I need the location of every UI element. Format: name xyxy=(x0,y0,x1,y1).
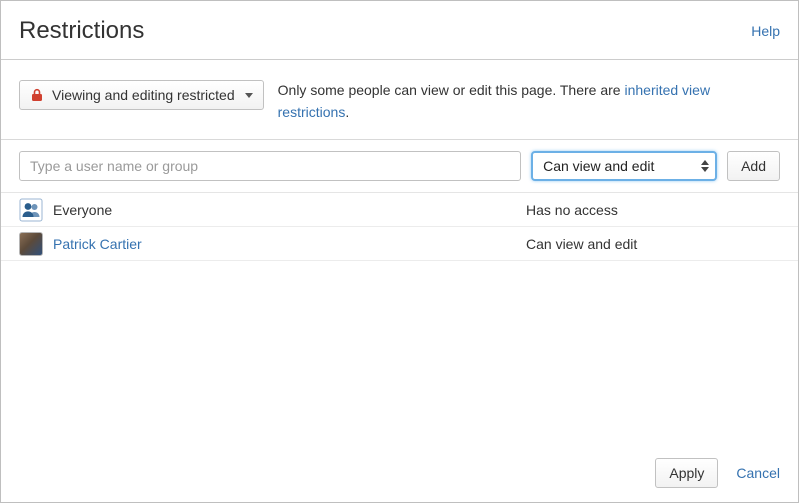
select-updown-icon xyxy=(693,160,709,172)
access-level: Has no access xyxy=(526,202,780,218)
restriction-list: Everyone Has no access Patrick Cartier C… xyxy=(1,192,798,261)
dialog-header: Restrictions Help xyxy=(1,1,798,60)
cancel-link[interactable]: Cancel xyxy=(736,465,780,481)
restriction-dropdown-button[interactable]: Viewing and editing restricted xyxy=(19,80,264,110)
restriction-dropdown-label: Viewing and editing restricted xyxy=(52,87,235,103)
table-row: Patrick Cartier Can view and edit xyxy=(1,227,798,261)
add-restriction-row: Can view and edit Add xyxy=(1,139,798,192)
entity-name: Everyone xyxy=(53,202,112,218)
restrictions-dialog: Restrictions Help Viewing and editing re… xyxy=(0,0,799,503)
red-lock-icon xyxy=(30,88,44,102)
entity-cell: Patrick Cartier xyxy=(19,232,526,256)
entity-cell: Everyone xyxy=(19,198,526,222)
user-or-group-input[interactable] xyxy=(19,151,521,181)
page-title: Restrictions xyxy=(19,17,144,45)
user-avatar xyxy=(19,232,43,256)
restriction-description: Only some people can view or edit this p… xyxy=(278,80,748,123)
access-level: Can view and edit xyxy=(526,236,780,252)
permission-select[interactable]: Can view and edit xyxy=(531,151,717,181)
apply-button[interactable]: Apply xyxy=(655,458,718,488)
add-button[interactable]: Add xyxy=(727,151,780,181)
user-profile-link[interactable]: Patrick Cartier xyxy=(53,236,142,252)
permission-select-value: Can view and edit xyxy=(543,158,654,174)
description-text-after: . xyxy=(345,104,349,120)
table-row: Everyone Has no access xyxy=(1,193,798,227)
help-link[interactable]: Help xyxy=(751,23,780,39)
group-people-icon xyxy=(19,198,43,222)
restriction-summary: Viewing and editing restricted Only some… xyxy=(1,60,798,139)
description-text-before: Only some people can view or edit this p… xyxy=(278,82,625,98)
chevron-down-icon xyxy=(245,93,253,98)
dialog-footer: Apply Cancel xyxy=(655,458,780,488)
